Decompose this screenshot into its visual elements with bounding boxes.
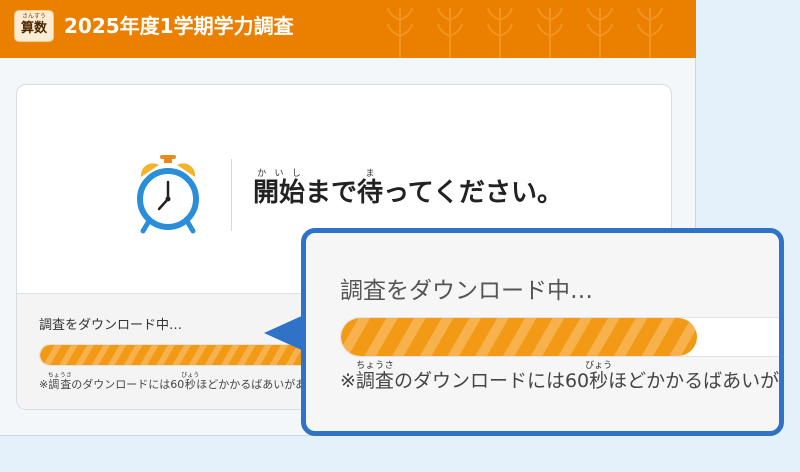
- note-chousa: 調査: [47, 378, 72, 391]
- download-label: 調査をダウンロード中…: [39, 318, 183, 333]
- zoom-download-label: 調査をダウンロード中…: [340, 278, 593, 304]
- msg-part-made: まで: [305, 178, 358, 208]
- page-title: 2025年度1学期学力調査: [64, 14, 294, 38]
- zoom-note-byou-ruby: びょう: [585, 361, 613, 371]
- zoom-note-mark: ※: [340, 370, 356, 392]
- divider: [231, 159, 232, 231]
- zoom-progress-bar: [340, 317, 779, 357]
- subject-ruby: さんすう: [22, 13, 46, 20]
- zoom-note-end: ほどかかるばあいがあります。: [608, 370, 780, 392]
- msg-kanji-3: 待: [357, 178, 384, 208]
- zoom-note-middle: のダウンロードには60: [393, 370, 590, 392]
- leaf-pattern: [387, 7, 663, 58]
- msg-kanji-1: 開: [253, 178, 280, 208]
- zoom-callout: 調査をダウンロード中… ※調査ちょうさのダウンロードには60秒びょうほどかかるば…: [301, 228, 784, 436]
- wait-message: 開始かいしまで待まってください。: [253, 169, 563, 211]
- subject-badge: さんすう 算数: [14, 10, 54, 42]
- note-chousa-ruby: ちょうさ: [47, 372, 72, 379]
- zoom-note-chousa: 調査: [355, 370, 394, 392]
- zoom-note-chousa-ruby: ちょうさ: [355, 361, 394, 371]
- callout-pointer: [264, 314, 306, 352]
- zoom-progress-fill: [341, 318, 697, 356]
- msg-part-end: ってください。: [383, 178, 563, 208]
- msg-ruby-ma: ま: [357, 169, 384, 179]
- note-middle: のダウンロードには60: [71, 378, 185, 391]
- header-bar: さんすう 算数 2025年度1学期学力調査: [0, 0, 696, 58]
- note-byou-ruby: びょう: [181, 372, 200, 379]
- alarm-clock-icon: [137, 155, 199, 234]
- msg-kanji-2: 始: [279, 178, 306, 208]
- msg-ruby-kaishi: かいし: [253, 169, 306, 179]
- subject-label: 算数: [20, 21, 47, 36]
- zoom-download-note: ※調査ちょうさのダウンロードには60秒びょうほどかかるばあいがあります。: [340, 361, 780, 393]
